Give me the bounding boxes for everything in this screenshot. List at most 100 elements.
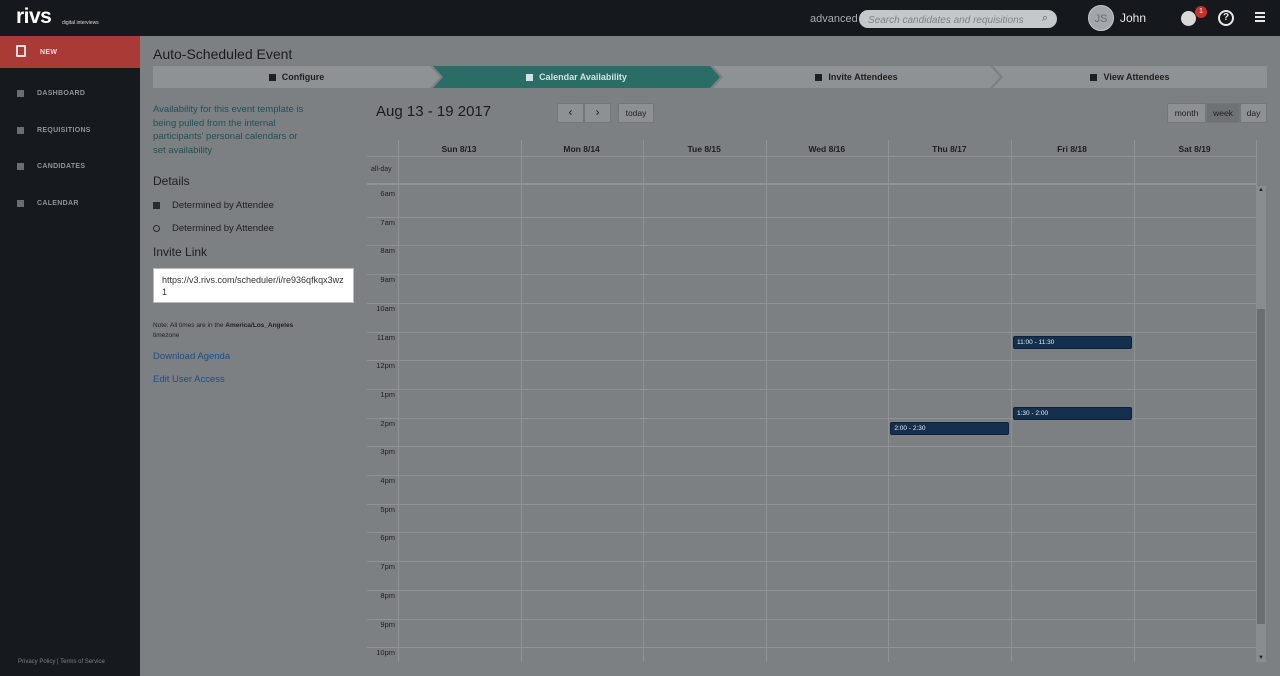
scroll-up-icon[interactable]: ▲ [1257, 187, 1265, 193]
search-box[interactable]: ⌕ [859, 10, 1057, 30]
download-agenda-link[interactable]: Download Agenda [153, 351, 230, 362]
hour-label: 8pm [380, 590, 395, 600]
hour-line [367, 532, 1257, 534]
detail-date-text: Determined by Attendee [172, 200, 274, 211]
list-icon [1090, 74, 1098, 81]
search-input[interactable] [859, 11, 1029, 30]
search-icon[interactable]: ⌕ [1042, 12, 1048, 25]
detail-time-text: Determined by Attendee [172, 223, 274, 234]
all-day-row[interactable]: all-day [367, 157, 1257, 185]
logo[interactable]: rivs digital interviews [16, 5, 99, 28]
hour-line [367, 618, 1257, 620]
day-view-button[interactable]: day [1240, 103, 1267, 123]
footer-links[interactable]: Privacy Policy | Terms of Service [18, 659, 105, 665]
hour-label: 6pm [380, 533, 395, 543]
logo-text: rivs [16, 5, 52, 28]
grid-column-line [1133, 140, 1135, 662]
detail-date: Determined by Attendee [153, 200, 274, 211]
hour-label: 1pm [380, 389, 395, 399]
notification-badge[interactable]: 1 [1195, 6, 1207, 18]
calendar-icon [17, 200, 24, 207]
prev-week-button[interactable]: ‹ [557, 103, 584, 123]
logo-subtitle: digital interviews [62, 20, 99, 26]
hour-line [367, 647, 1257, 649]
hamburger-menu-icon[interactable] [1255, 12, 1265, 24]
sidebar: NEW DASHBOARD REQUISITIONS CANDIDATES CA… [0, 36, 140, 676]
day-header: Sun 8/13 [441, 144, 477, 154]
sidebar-item-calendar[interactable]: CALENDAR [0, 194, 140, 214]
hour-label: 5pm [380, 504, 395, 514]
person-icon [17, 163, 24, 170]
calendar-icon [526, 74, 533, 81]
avatar[interactable]: JS [1088, 5, 1114, 31]
availability-info: Availability for this event template is … [153, 104, 304, 156]
today-button[interactable]: today [618, 103, 654, 123]
day-header: Sat 8/19 [1178, 144, 1211, 154]
hour-line [367, 302, 1257, 304]
help-icon[interactable]: ? [1218, 10, 1234, 26]
scroll-down-icon[interactable]: ▼ [1257, 655, 1265, 661]
grid-column-line [520, 140, 522, 662]
grid-column-line [398, 140, 399, 662]
calendar-event[interactable]: 11:00 - 11:30 [1013, 335, 1132, 349]
calendar-event[interactable]: 1:30 - 2:00 [1013, 407, 1132, 421]
hour-label: 8am [380, 246, 395, 256]
invite-link-field[interactable]: https://v3.rivs.com/scheduler/i/re936qfk… [153, 268, 354, 303]
hour-label: 7pm [380, 562, 395, 572]
step-label: Calendar Availability [539, 72, 627, 82]
sidebar-item-dashboard[interactable]: DASHBOARD [0, 84, 140, 104]
day-header: Fri 8/18 [1057, 144, 1087, 154]
bar-chart-icon [17, 90, 24, 97]
timezone-note: Note: All times are in the America/Los_A… [153, 321, 343, 341]
calendar-icon [153, 202, 160, 209]
note-prefix: Note: All times are in the [153, 322, 226, 329]
time-grid[interactable]: 6am 7am 8am 9am 10am 11am 12pm 1pm 2pm 3pm 4pm 5pm 6… [367, 187, 1257, 662]
step-label: View Attendees [1103, 72, 1170, 82]
new-button-label: NEW [40, 49, 58, 56]
sidebar-item-candidates[interactable]: CANDIDATES [0, 157, 140, 177]
hour-label: 6am [380, 189, 395, 198]
sidebar-item-label: DASHBOARD [37, 90, 86, 97]
wrench-icon [269, 74, 276, 81]
hour-label: 2pm [380, 418, 395, 428]
top-bar: rivs digital interviews advanced ⌕ JS Jo… [0, 0, 1280, 36]
step-calendar-availability[interactable]: Calendar Availability [433, 66, 720, 88]
grid-column-line [643, 140, 645, 662]
hour-label: 10am [376, 303, 395, 313]
hour-line [367, 446, 1257, 448]
hour-label: 3pm [380, 447, 395, 457]
document-icon [17, 127, 24, 134]
note-suffix: timezone [153, 332, 180, 339]
edit-user-access-link[interactable]: Edit User Access [153, 374, 225, 385]
hour-line [367, 475, 1257, 476]
sidebar-item-requisitions[interactable]: REQUISITIONS [0, 121, 140, 141]
hour-line [367, 331, 1257, 333]
step-label: Invite Attendees [828, 72, 898, 82]
sidebar-item-label: CANDIDATES [37, 163, 86, 170]
globe-icon[interactable] [1181, 11, 1196, 26]
calendar-scrollbar[interactable]: ▲ ▼ [1256, 186, 1266, 662]
step-invite-attendees[interactable]: Invite Attendees [713, 66, 1000, 88]
hour-line [367, 216, 1257, 218]
hour-line [367, 561, 1257, 563]
hour-label: 9am [380, 275, 395, 285]
hour-label: 4pm [380, 476, 395, 485]
month-view-button[interactable]: month [1167, 103, 1206, 123]
week-view-button[interactable]: week [1206, 103, 1240, 123]
step-configure[interactable]: Configure [153, 66, 440, 88]
hour-label: 11am [376, 332, 395, 342]
day-header: Wed 8/16 [808, 144, 846, 154]
user-name[interactable]: John [1120, 11, 1146, 25]
hour-label: 7am [380, 217, 395, 227]
step-view-attendees[interactable]: View Attendees [993, 66, 1267, 88]
calendar-week-grid: Sun 8/13 Mon 8/14 Tue 8/15 Wed 8/16 Thu 8/17… [367, 140, 1267, 662]
grid-column-line [1011, 140, 1012, 662]
advanced-search-link[interactable]: advanced [810, 13, 858, 25]
next-week-button[interactable]: › [584, 103, 611, 123]
day-header: Thu 8/17 [932, 144, 967, 154]
new-button[interactable]: NEW [0, 36, 140, 68]
grid-column-line [765, 140, 767, 662]
scrollbar-thumb[interactable] [1257, 309, 1265, 624]
detail-time: Determined by Attendee [153, 223, 274, 234]
calendar-event[interactable]: 2:00 - 2:30 [890, 421, 1009, 435]
